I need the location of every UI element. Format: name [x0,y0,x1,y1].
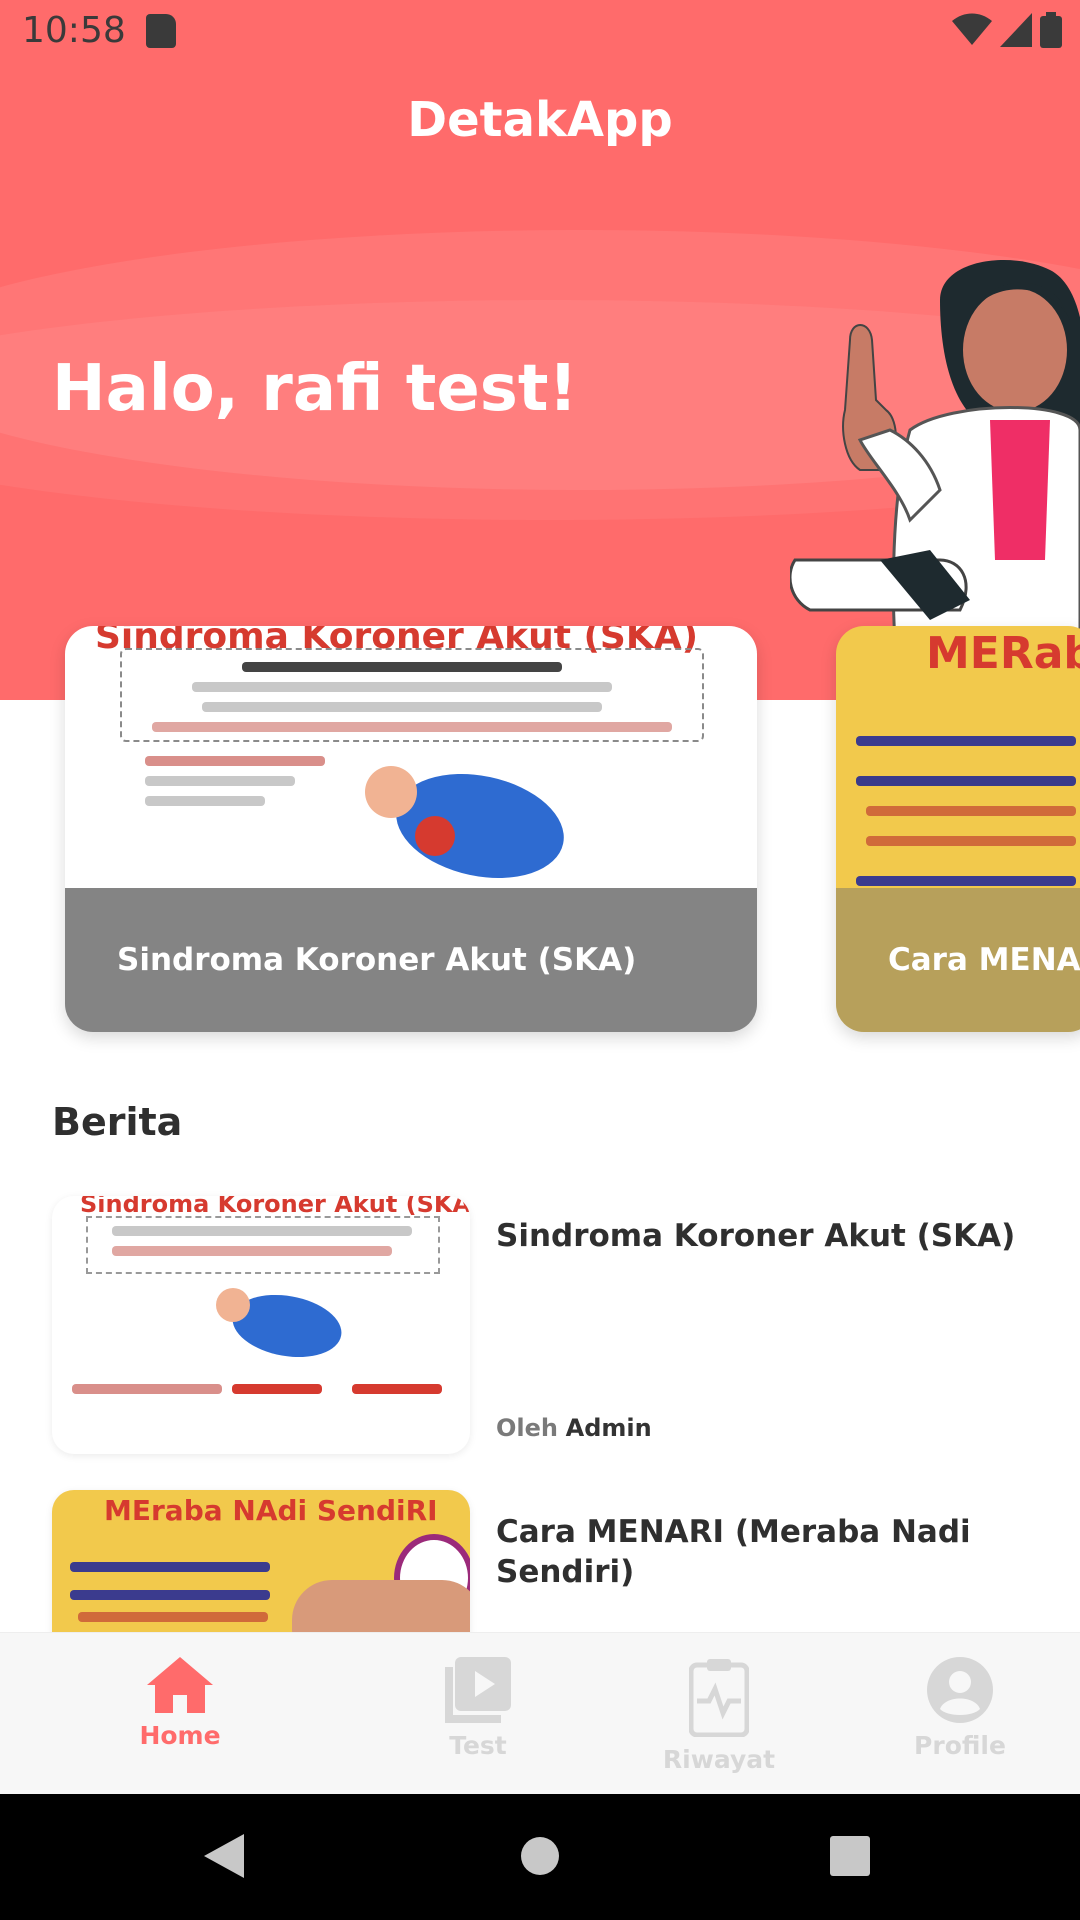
author-prefix: Oleh [496,1414,558,1442]
wifi-icon [952,13,992,45]
bottom-navigation: Home Test Riwayat Profile [0,1632,1080,1795]
news-title: Sindroma Koroner Akut (SKA) [496,1218,1016,1254]
carousel-card[interactable]: MERab Cara MENAR [836,626,1080,1032]
play-icon [445,1657,511,1723]
signal-icon [1000,13,1032,47]
nav-label: Home [139,1721,221,1750]
nav-label: Profile [914,1731,1006,1760]
news-item[interactable]: Sindroma Koroner Akut (SKA) Sindroma Kor… [52,1196,1052,1454]
sd-card-icon [146,14,176,48]
news-section-title: Berita [52,1100,183,1144]
home-button-icon[interactable] [520,1836,560,1876]
home-icon [147,1657,213,1713]
carousel-caption: Cara MENAR [888,942,1080,978]
nav-label: Test [449,1731,507,1760]
news-thumbnail-heading: Sindroma Koroner Akut (SKA) [80,1196,470,1218]
news-item[interactable]: MEraba NAdi SendiRI Cara MENARI (Meraba … [52,1490,1052,1748]
news-thumbnail-heading: MEraba NAdi SendiRI [104,1494,438,1527]
carousel-image-heading: MERab [926,628,1080,679]
nav-home[interactable]: Home [100,1657,260,1750]
nav-test[interactable]: Test [398,1657,558,1760]
status-time: 10:58 [22,10,126,51]
nav-profile[interactable]: Profile [880,1657,1040,1760]
carousel-caption: Sindroma Koroner Akut (SKA) [117,942,637,978]
back-icon[interactable] [204,1834,244,1878]
battery-icon [1040,12,1062,48]
profile-icon [927,1657,993,1723]
nav-riwayat[interactable]: Riwayat [639,1657,799,1774]
news-author: Oleh Admin [496,1414,652,1442]
nav-label: Riwayat [662,1745,776,1774]
news-thumbnail: Sindroma Koroner Akut (SKA) [52,1196,470,1454]
recents-icon[interactable] [830,1836,870,1876]
infographic-box [120,648,704,742]
clipboard-icon [688,1659,750,1738]
author-name: Admin [565,1414,652,1442]
greeting-text: Halo, rafi test! [52,352,578,426]
app-title: DetakApp [407,92,673,148]
carousel-card[interactable]: Sindroma Koroner Akut (SKA) Sindroma Kor… [65,626,757,1032]
featured-carousel[interactable]: Sindroma Koroner Akut (SKA) Sindroma Kor… [0,626,1080,1036]
system-navigation-bar [0,1794,1080,1920]
news-title: Cara MENARI (Meraba Nadi Sendiri) [496,1514,971,1590]
status-bar: 10:58 [0,0,1080,64]
header-background: DetakApp Halo, rafi test! [0,0,1080,700]
